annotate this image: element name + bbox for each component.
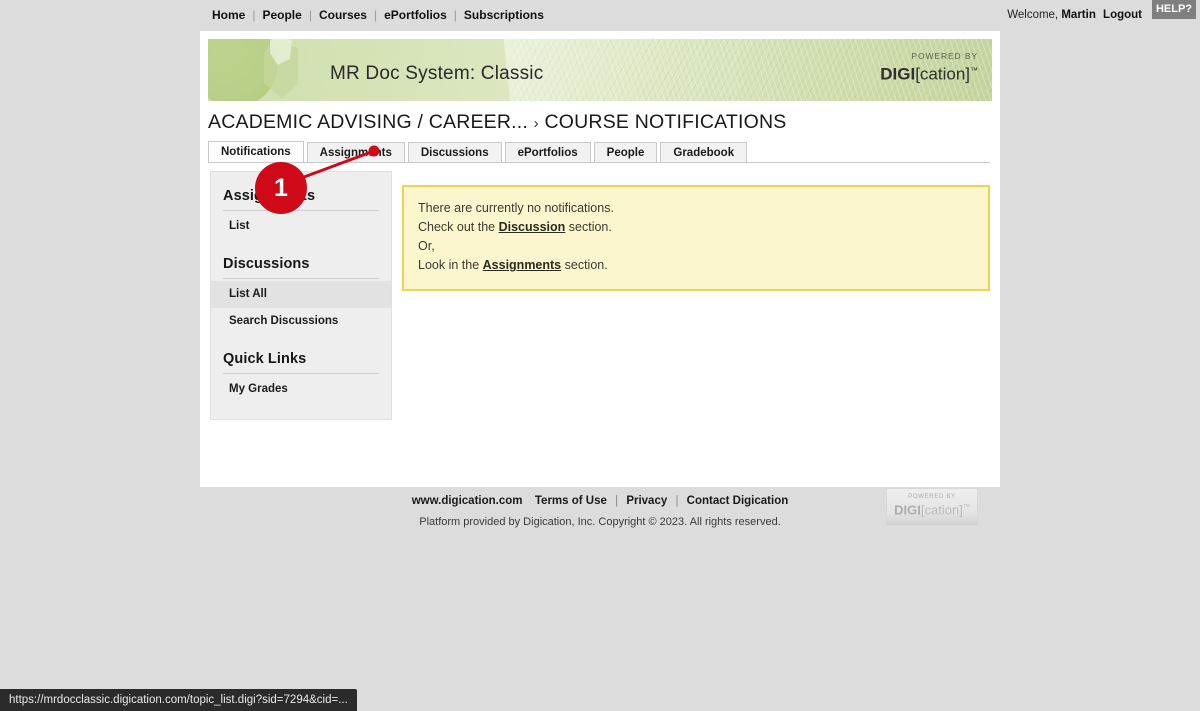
digication-logo-rest: [cation]	[915, 64, 970, 84]
nav-divider: |	[308, 8, 312, 22]
logout-link[interactable]: Logout	[1103, 9, 1142, 21]
nav-divider: |	[453, 8, 457, 22]
footer-links: www.digication.com Terms of Use | Privac…	[200, 495, 1000, 507]
notice-discussion-suffix: section.	[565, 220, 612, 234]
digication-wordmark: DIGI[cation]™	[880, 62, 978, 84]
nav-link-people[interactable]: People	[261, 8, 302, 22]
footer-link-website[interactable]: www.digication.com	[412, 495, 523, 507]
sidebar-divider	[223, 210, 379, 211]
nav-link-home[interactable]: Home	[211, 8, 246, 22]
notifications-empty-state-box: There are currently no notifications. Ch…	[402, 185, 990, 291]
sidebar-heading-discussions: Discussions	[223, 256, 310, 272]
course-sidebar: Assignments List Discussions List All Se…	[210, 171, 392, 420]
breadcrumb-current: COURSE NOTIFICATIONS	[544, 111, 787, 133]
sidebar-heading-quick-links: Quick Links	[223, 351, 307, 367]
sidebar-heading-assignments: Assignments	[223, 188, 316, 204]
tab-eportfolios[interactable]: ePortfolios	[504, 142, 591, 162]
footer-digication-badge: POWERED BY DIGI[cation]™	[886, 488, 978, 526]
notice-line-assignments: Look in the Assignments section.	[418, 256, 974, 274]
footer-divider: |	[615, 495, 619, 507]
course-banner: MR Doc System: Classic POWERED BY DIGI[c…	[208, 39, 992, 101]
badge-logo-bold: DIGI	[894, 502, 921, 518]
main-content-panel: MR Doc System: Classic POWERED BY DIGI[c…	[200, 31, 1000, 487]
tab-assignments[interactable]: Assignments	[306, 142, 405, 162]
top-navigation-bar: Home | People | Courses | ePortfolios | …	[0, 0, 1200, 31]
nav-link-subscriptions[interactable]: Subscriptions	[463, 8, 545, 22]
notice-line-or: Or,	[418, 239, 435, 253]
breadcrumb-separator-icon: ›	[533, 115, 539, 132]
powered-by-label: POWERED BY	[911, 51, 978, 61]
global-nav-links: Home | People | Courses | ePortfolios | …	[211, 8, 545, 22]
nav-divider: |	[252, 8, 256, 22]
footer-link-terms[interactable]: Terms of Use	[535, 495, 607, 507]
notice-line-no-notifications: There are currently no notifications.	[418, 201, 614, 215]
notice-assignments-prefix: Look in the	[418, 258, 483, 272]
sidebar-item-list-all[interactable]: List All	[211, 281, 391, 308]
footer-link-contact[interactable]: Contact Digication	[687, 495, 789, 507]
page-footer: www.digication.com Terms of Use | Privac…	[200, 495, 1000, 528]
notice-assignments-suffix: section.	[561, 258, 608, 272]
digication-logo: POWERED BY DIGI[cation]™	[880, 51, 978, 84]
tab-bar: Notifications Assignments Discussions eP…	[208, 141, 990, 163]
banner-light-sweep	[502, 39, 774, 101]
sidebar-divider	[223, 373, 379, 374]
footer-divider: |	[675, 495, 679, 507]
banner-title: MR Doc System: Classic	[330, 63, 544, 84]
nav-link-eportfolios[interactable]: ePortfolios	[383, 8, 448, 22]
assignments-link[interactable]: Assignments	[483, 258, 562, 272]
tab-notifications[interactable]: Notifications	[208, 141, 304, 162]
digication-logo-bold: DIGI	[880, 64, 916, 84]
sidebar-item-list[interactable]: List	[211, 213, 391, 240]
footer-copyright: Platform provided by Digication, Inc. Co…	[419, 516, 781, 528]
footer-link-privacy[interactable]: Privacy	[626, 495, 667, 507]
badge-logo-rest: [cation]	[920, 502, 963, 518]
tab-gradebook[interactable]: Gradebook	[660, 142, 748, 162]
welcome-label: Welcome,	[1007, 9, 1059, 21]
browser-status-bar-url: https://mrdocclassic.digication.com/topi…	[0, 689, 357, 711]
breadcrumb-parent[interactable]: ACADEMIC ADVISING / CAREER...	[208, 111, 528, 133]
notice-discussion-prefix: Check out the	[418, 220, 499, 234]
badge-trademark-symbol: ™	[962, 504, 970, 511]
sidebar-item-search-discussions[interactable]: Search Discussions	[211, 308, 391, 335]
discussion-link[interactable]: Discussion	[499, 220, 566, 234]
nav-divider: |	[373, 8, 378, 22]
sidebar-divider	[223, 278, 379, 279]
help-button[interactable]: HELP?	[1152, 0, 1196, 19]
username-label: Martin	[1061, 9, 1096, 21]
nav-link-courses[interactable]: Courses	[318, 8, 368, 22]
badge-wordmark: DIGI[cation]™	[887, 500, 977, 517]
user-session-area: Welcome, Martin Logout	[1007, 9, 1142, 21]
tab-discussions[interactable]: Discussions	[407, 142, 502, 162]
tab-people[interactable]: People	[593, 142, 658, 162]
trademark-symbol: ™	[970, 66, 978, 75]
breadcrumb: ACADEMIC ADVISING / CAREER... › COURSE N…	[208, 111, 786, 134]
sidebar-item-my-grades[interactable]: My Grades	[211, 376, 391, 403]
notice-line-discussion: Check out the Discussion section.	[418, 218, 974, 236]
